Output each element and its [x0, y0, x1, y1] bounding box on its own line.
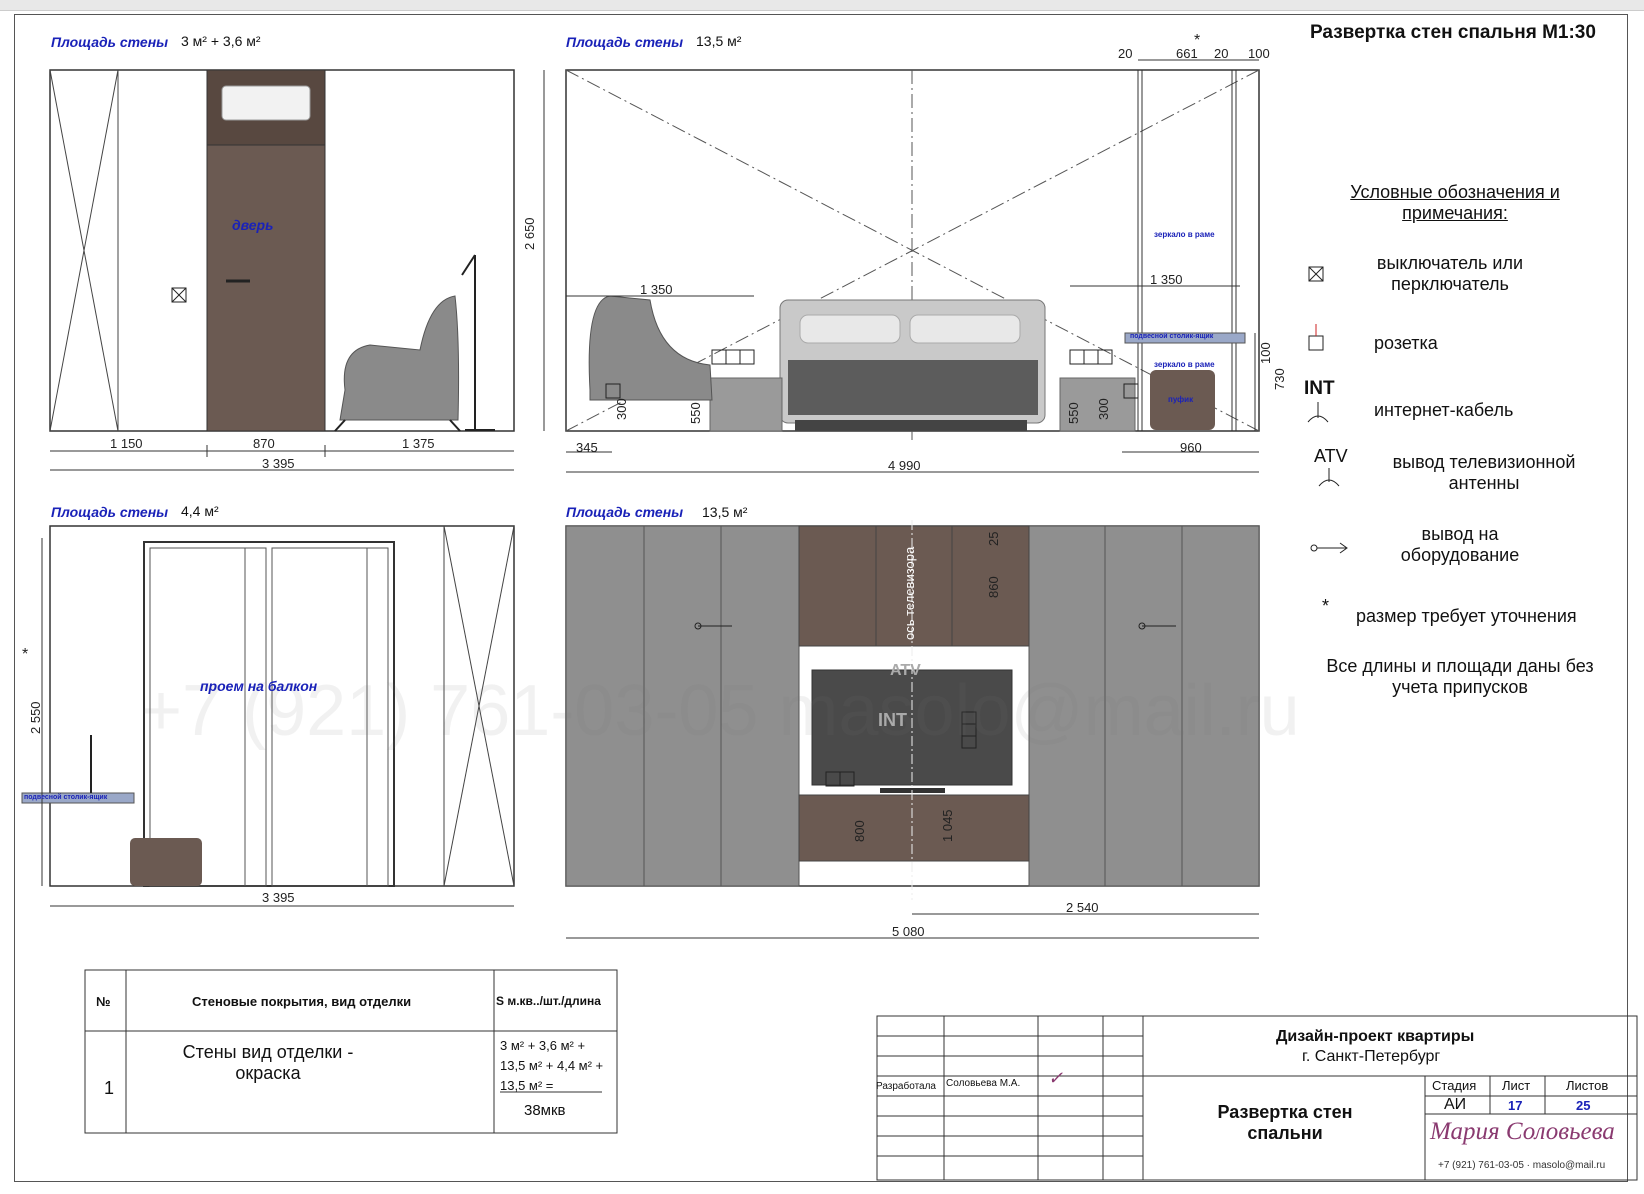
legend-item-clarify: размер требует уточнения	[1356, 606, 1577, 626]
title-text: Развертка стен спальня	[1310, 22, 1537, 43]
sheet-title: Развертка стен спальни	[1217, 1102, 1353, 1143]
w1-area-label: Площадь стены	[51, 34, 169, 50]
atv-label: ATV	[890, 662, 921, 679]
w2-960: 960	[1180, 440, 1202, 455]
w3-hanging-table-label: подвесной столик-ящик	[24, 794, 108, 801]
legend-item-internet: интернет-кабель	[1374, 400, 1514, 420]
w1-dim-1: 1 150	[110, 436, 143, 451]
tv-axis-label: ось телевизора	[902, 546, 917, 640]
legend-item-socket: розетка	[1374, 333, 1438, 353]
w3-area-value: 4,4 м²	[181, 503, 219, 519]
table-header-num: №	[96, 994, 111, 1009]
w3-total: 3 395	[262, 890, 295, 905]
w2-1350-a: 1 350	[640, 282, 673, 297]
w2-1350-b: 1 350	[1150, 272, 1183, 287]
w2-total: 4 990	[888, 458, 921, 473]
legend-int-symbol: INT	[1304, 378, 1335, 399]
legend-item-antenna: вывод телевизионной антенны	[1392, 452, 1576, 493]
sheets-value: 25	[1576, 1098, 1591, 1113]
contact-line: +7 (921) 761-03-05 · masolo@mail.ru	[1438, 1160, 1606, 1171]
brand-logo: Мария Соловьева	[1430, 1118, 1615, 1145]
w4-1045: 1 045	[940, 809, 955, 842]
legend-heading: Условные обозначения и примечания:	[1350, 182, 1560, 223]
w2-height: 2 650	[522, 217, 537, 250]
w3-height: 2 550	[28, 701, 43, 734]
w1-dim-3: 1 375	[402, 436, 435, 451]
nightstand-left	[709, 377, 783, 432]
w1-total: 3 395	[262, 456, 295, 471]
legend-item-output: вывод на оборудование	[1400, 524, 1520, 565]
signature-mark: ✓	[1048, 1068, 1064, 1088]
table-calc-line-3: 13,5 м² =	[500, 1078, 554, 1093]
table-header-desc: Стеновые покрытия, вид отделки	[192, 994, 412, 1009]
w2-top-1: 20	[1118, 46, 1133, 61]
w1-dim-2: 870	[253, 436, 275, 451]
w4-2540: 2 540	[1066, 900, 1099, 915]
table-total: 38мкв	[524, 1102, 566, 1119]
scale-text: М1:30	[1542, 22, 1596, 43]
w2-hanging-table-label: подвесной столик-ящик	[1130, 333, 1214, 340]
w2-100: 100	[1258, 342, 1273, 364]
w4-area-value: 13,5 м²	[702, 504, 748, 520]
table-calc-line-2: 13,5 м² + 4,4 м² +	[500, 1058, 604, 1073]
wall-1-elevation	[49, 69, 515, 471]
legend-symbols	[1307, 266, 1348, 554]
door-label: дверь	[232, 217, 274, 233]
table-row-desc: Стены вид отделки - окраска	[182, 1042, 354, 1083]
stage-value: АИ	[1444, 1096, 1467, 1113]
author-name: Соловьева М.А.	[946, 1078, 1021, 1089]
w2-300-a: 300	[614, 398, 629, 420]
w4-800: 800	[852, 820, 867, 842]
w4-total: 5 080	[892, 924, 925, 939]
mirror-label-1: зеркало в раме	[1154, 230, 1215, 239]
w4-area-label: Площадь стены	[566, 504, 684, 520]
pouf-label: пуфик	[1168, 395, 1194, 404]
table-calc-line-1: 3 м² + 3,6 м² +	[500, 1038, 586, 1053]
tv-console	[798, 794, 1030, 862]
w2-top-3: 20	[1214, 46, 1229, 61]
balcony-opening-label: проем на балкон	[200, 678, 318, 694]
elevation-drawings	[21, 59, 1638, 1181]
w2-area-value: 13,5 м²	[696, 33, 742, 49]
legend-note: Все длины и площади даны без учета припу…	[1326, 656, 1594, 697]
w1-area-value: 3 м² + 3,6 м²	[181, 33, 261, 49]
legend-atv-symbol: ATV	[1314, 446, 1348, 466]
legend-item-switch: выключатель или перключатель	[1376, 253, 1524, 294]
wall-2-elevation	[543, 59, 1260, 473]
w2-top-4: 100	[1248, 46, 1270, 61]
stage-header: Стадия	[1432, 1078, 1477, 1093]
project-city: г. Санкт-Петербург	[1302, 1048, 1441, 1065]
w2-345: 345	[576, 440, 598, 455]
legend-star-symbol: *	[1322, 596, 1330, 616]
sheet-value: 17	[1508, 1098, 1523, 1113]
w2-730: 730	[1272, 368, 1287, 390]
w2-550-a: 550	[688, 402, 703, 424]
w2-area-label: Площадь стены	[566, 34, 684, 50]
w3-star: *	[22, 646, 29, 663]
table-header-area: S м.кв../шт./длина	[496, 994, 601, 1008]
w4-860: 860	[986, 576, 1001, 598]
w2-550-b: 550	[1066, 402, 1081, 424]
w2-300-b: 300	[1096, 398, 1111, 420]
sheets-header: Листов	[1566, 1078, 1609, 1093]
sheet-header: Лист	[1502, 1078, 1531, 1093]
table-row-num: 1	[104, 1078, 115, 1098]
w3-area-label: Площадь стены	[51, 504, 169, 520]
project-title: Дизайн-проект квартиры	[1276, 1028, 1475, 1045]
pouf-2	[130, 838, 202, 886]
int-label: INT	[878, 710, 907, 730]
w4-25: 25	[986, 531, 1001, 546]
mirror-label-2: зеркало в раме	[1154, 360, 1215, 369]
title-block-lines	[876, 1015, 1638, 1181]
w2-star: *	[1194, 32, 1201, 49]
armchair	[339, 295, 460, 421]
air-conditioner	[221, 85, 311, 121]
page-title: Развертка стен спальня М1:30	[1310, 22, 1596, 44]
role-label: Разработала	[876, 1081, 936, 1092]
